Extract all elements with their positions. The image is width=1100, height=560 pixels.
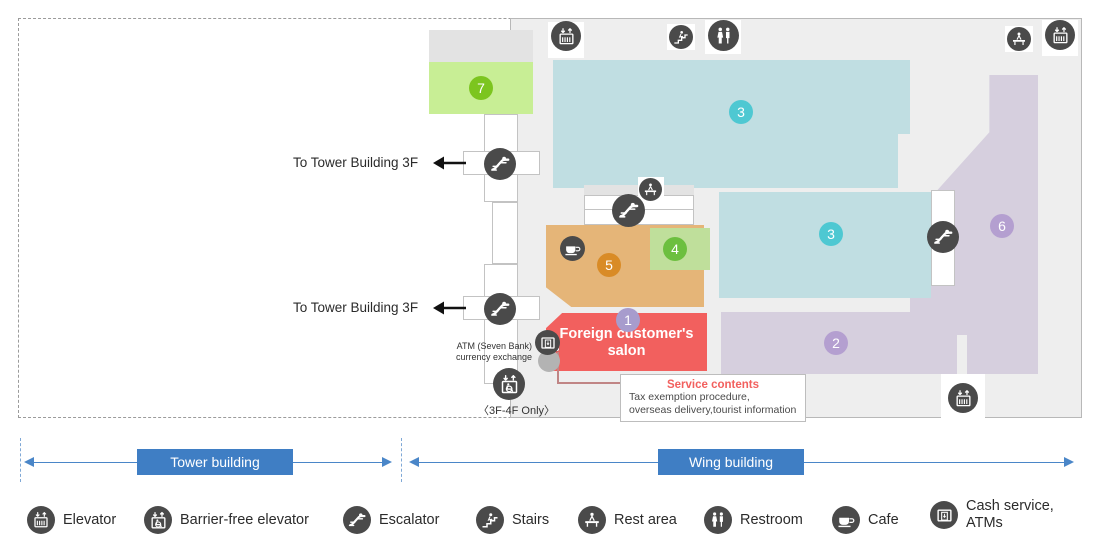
rest-area-icon[interactable] [639, 178, 662, 201]
service-contents-callout: Service contents Tax exemption procedure… [620, 374, 806, 422]
stairs-icon [476, 506, 504, 534]
barrier-free-elevator-icon[interactable] [493, 368, 525, 400]
callout-title: Service contents [666, 379, 760, 391]
legend-label-cash-service-atms: Cash service, ATMs [966, 498, 1054, 531]
zone-badge-6: 6 [990, 214, 1014, 238]
nav-arrow-lower [433, 301, 466, 315]
rest-area-icon [578, 506, 606, 534]
restroom-icon [704, 506, 732, 534]
legend-item-stairs: Stairs [476, 506, 549, 534]
floor-map: 7 3 6 3 5 4 2 Foreign customer's salon 1… [0, 0, 1100, 432]
legend-label-escalator: Escalator [379, 511, 440, 528]
floor-map-page: 7 3 6 3 5 4 2 Foreign customer's salon 1… [0, 0, 1100, 560]
wing-building-label: Wing building [658, 449, 804, 475]
zone-3-top[interactable]: 3 [553, 60, 898, 188]
zone-badge-3-top: 3 [729, 100, 753, 124]
escalator-icon[interactable] [612, 194, 645, 227]
zone-6-lower-tail [967, 312, 1038, 374]
nav-arrow-upper [433, 156, 466, 170]
cafe-icon [832, 506, 860, 534]
zone-3-top-extension [850, 60, 910, 134]
zone-3-mid[interactable]: 3 [719, 192, 931, 298]
wing-range-arrow-left [409, 457, 419, 467]
corridor-mid [492, 202, 518, 264]
zone-badge-2: 2 [824, 331, 848, 355]
elevator-icon[interactable] [551, 21, 581, 51]
wing-range-arrow-right [1064, 457, 1074, 467]
escalator-icon[interactable] [484, 148, 516, 180]
floor-restriction-label: 〈3F-4F Only〉 [478, 405, 556, 417]
tower-range-arrow-left [24, 457, 34, 467]
elevator-icon[interactable] [948, 383, 978, 413]
salon-title-line2: salon [607, 343, 646, 359]
legend-label-elevator: Elevator [63, 511, 117, 528]
restroom-icon[interactable] [708, 20, 739, 51]
zone-badge-5: 5 [597, 253, 621, 277]
rest-area-icon[interactable] [1007, 27, 1031, 51]
zone-4[interactable]: 4 [650, 228, 710, 270]
callout-line-horizontal [557, 382, 621, 384]
barrier-free-elevator-icon [144, 506, 172, 534]
atm-label-line-2: currency exchange [455, 352, 532, 362]
legend-item-cash-service-atms: Cash service, ATMs [930, 498, 1054, 532]
atm-icon [930, 501, 958, 529]
nav-label-tower-3f-lower: To Tower Building 3F [293, 300, 419, 315]
zone-badge-7: 7 [469, 76, 493, 100]
cafe-icon[interactable] [560, 236, 585, 261]
zone-badge-1: 1 [616, 308, 640, 332]
elevator-icon[interactable] [1045, 20, 1075, 50]
legend-label-cafe: Cafe [868, 511, 899, 528]
legend-item-barrier-free-elevator: Barrier-free elevator [144, 506, 309, 534]
legend-item-escalator: Escalator [343, 506, 439, 534]
stairs-icon[interactable] [669, 25, 693, 49]
elevator-icon [27, 506, 55, 534]
zone-badge-3-mid: 3 [819, 222, 843, 246]
legend-item-restroom: Restroom [704, 506, 803, 534]
legend-label-stairs: Stairs [512, 511, 550, 528]
zone-7[interactable]: 7 [429, 62, 533, 114]
callout-line-2: overseas delivery,tourist information [629, 403, 797, 416]
legend-label-restroom: Restroom [740, 511, 803, 528]
legend-label-barrier-free-elevator: Barrier-free elevator [180, 511, 309, 528]
map-legend: Elevator Barrier-free elevator Escalator… [0, 490, 1100, 560]
atm-label-line-1: ATM (Seven Bank) [456, 341, 532, 351]
bar-divider-middle [401, 438, 402, 482]
nav-label-tower-3f-upper: To Tower Building 3F [293, 155, 419, 170]
building-range-bar: Tower building Wing building [0, 432, 1100, 488]
tower-plate-top [429, 30, 533, 62]
bar-divider-left [20, 438, 21, 482]
zone-2[interactable]: 2 [721, 312, 957, 374]
escalator-icon [343, 506, 371, 534]
tower-building-label: Tower building [137, 449, 293, 475]
legend-item-rest-area: Rest area [578, 506, 677, 534]
zone-badge-4: 4 [663, 237, 687, 261]
escalator-icon[interactable] [484, 293, 516, 325]
callout-line-1: Tax exemption procedure, [629, 391, 750, 403]
tower-range-arrow-right [382, 457, 392, 467]
escalator-icon[interactable] [927, 221, 959, 253]
atm-label: ATM (Seven Bank) currency exchange [455, 341, 532, 363]
legend-item-cafe: Cafe [832, 506, 899, 534]
atm-icon[interactable] [535, 330, 560, 355]
legend-item-elevator: Elevator [27, 506, 116, 534]
legend-label-rest-area: Rest area [614, 511, 677, 528]
